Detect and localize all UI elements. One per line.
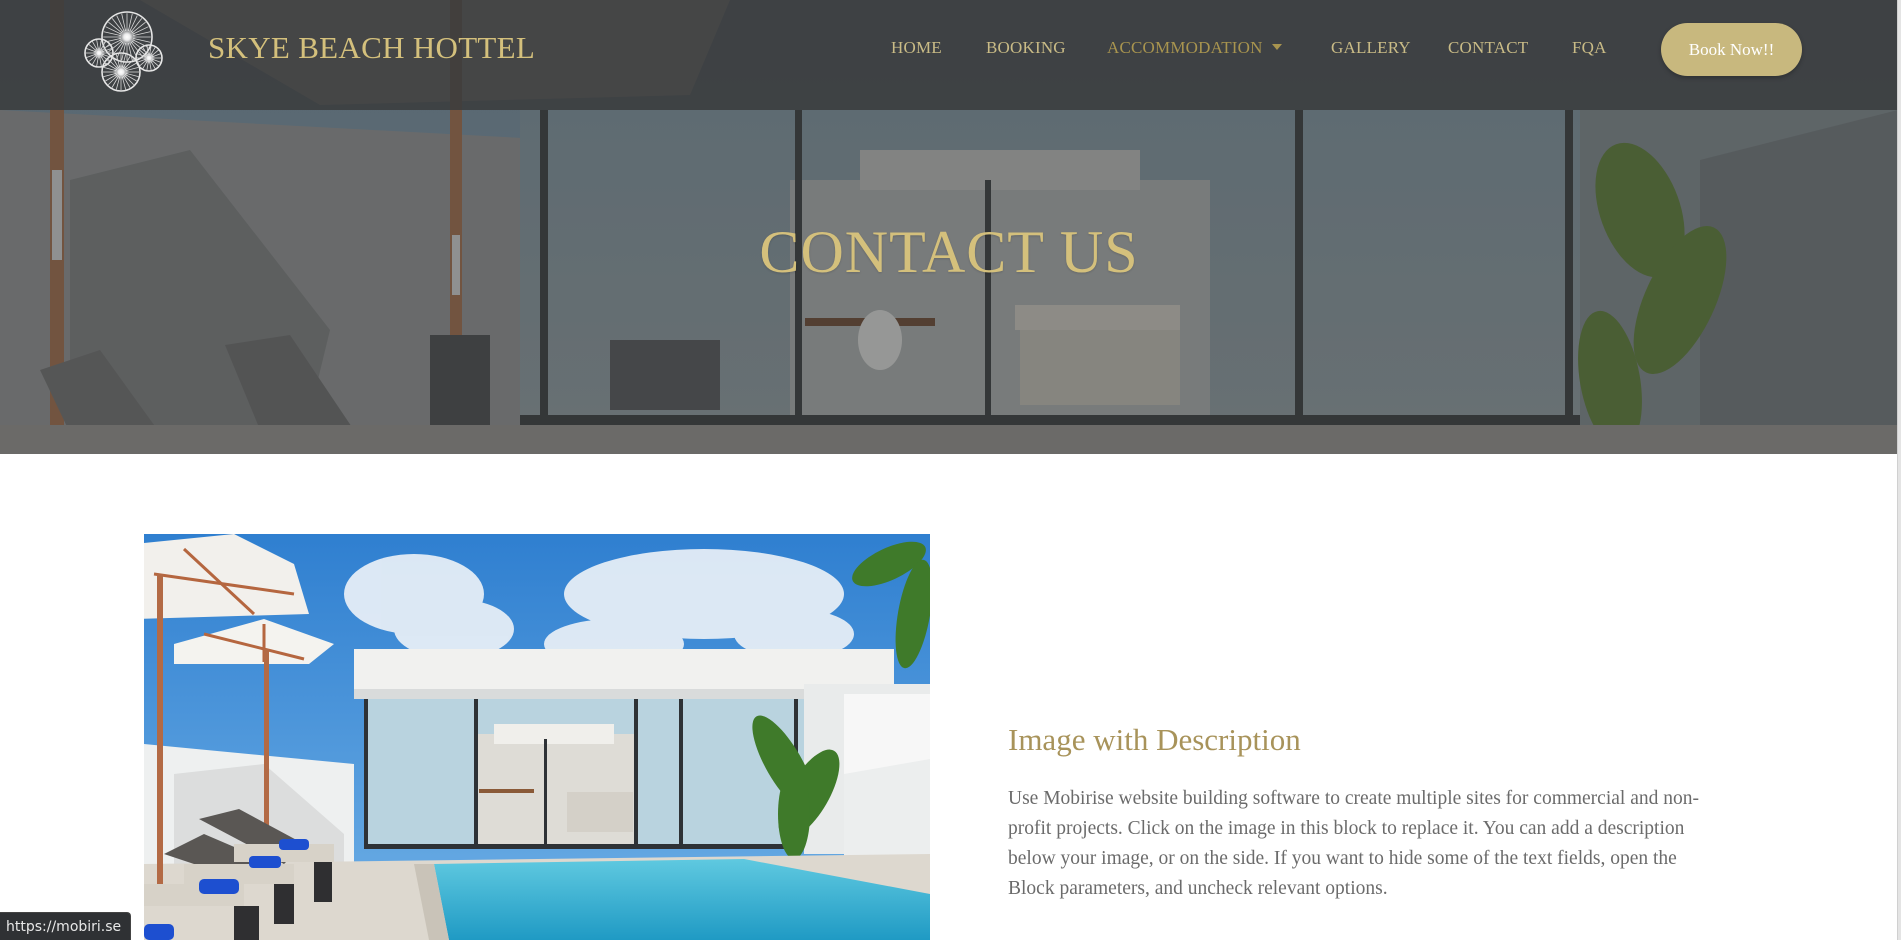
pool-villa-image[interactable] [144,534,930,940]
nav-gallery-label: GALLERY [1331,38,1411,57]
caret-down-icon [1271,44,1282,51]
nav-contact[interactable]: CONTACT [1448,38,1528,58]
nav-booking-label: BOOKING [986,38,1066,57]
book-now-button[interactable]: Book Now!! [1661,23,1802,76]
page: CONTACT US SKYE BEACH HOTTEL HOME BOOKIN… [0,0,1898,940]
nav-fqa[interactable]: FQA [1572,38,1607,58]
section-description: Use Mobirise website building software t… [1008,788,1699,899]
brand-name[interactable]: SKYE BEACH HOTTEL [208,30,535,66]
nav-accommodation-label: ACCOMMODATION [1107,38,1263,57]
hero-title: CONTACT US [759,219,1139,285]
nav-home[interactable]: HOME [891,38,942,58]
nav-booking[interactable]: BOOKING [986,38,1066,58]
nav-accommodation[interactable]: ACCOMMODATION [1107,38,1282,58]
vertical-scrollbar[interactable] [1897,0,1901,940]
nav-gallery[interactable]: GALLERY [1331,38,1411,58]
nav-contact-label: CONTACT [1448,38,1529,57]
pool-villa-photo [144,534,930,940]
link-url-status: https://mobiri.se [0,912,132,940]
nav-fqa-label: FQA [1572,38,1607,57]
image-description-block: Image with Description Use Mobirise webs… [1008,722,1728,904]
nav-home-label: HOME [891,38,942,57]
spoked-wheels-logo-icon[interactable] [82,8,172,96]
navbar: SKYE BEACH HOTTEL HOME BOOKING ACCOMMODA… [0,0,1898,110]
section-title: Image with Description [1008,722,1301,757]
